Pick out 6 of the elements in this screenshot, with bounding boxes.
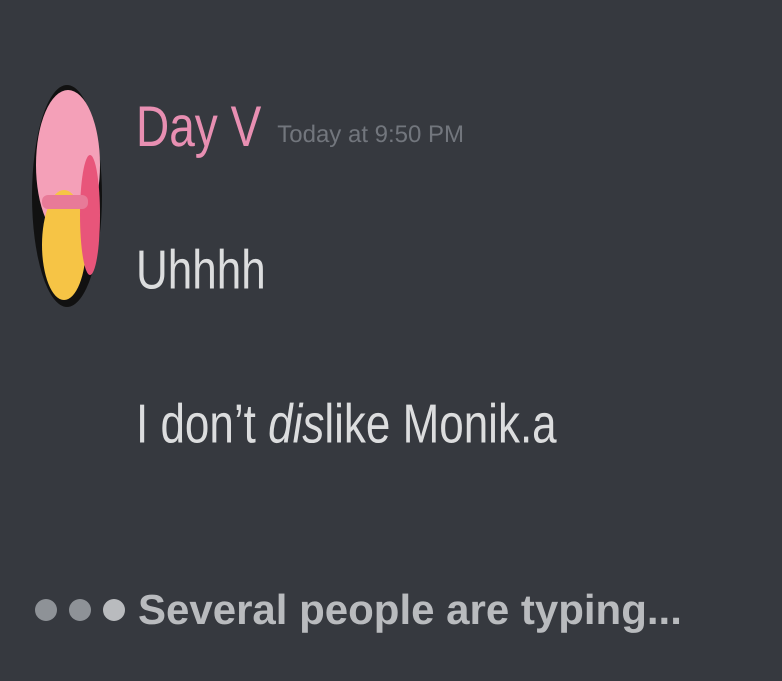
typing-status: Several people are typing... <box>138 585 682 635</box>
typing-dots-icon <box>34 598 126 622</box>
message-text: I don’t dislike Monik.a <box>136 398 557 452</box>
message-text: Uhhhh <box>136 244 267 298</box>
avatar-icon <box>32 85 102 307</box>
timestamp: Today at 9:50 PM <box>277 123 464 147</box>
